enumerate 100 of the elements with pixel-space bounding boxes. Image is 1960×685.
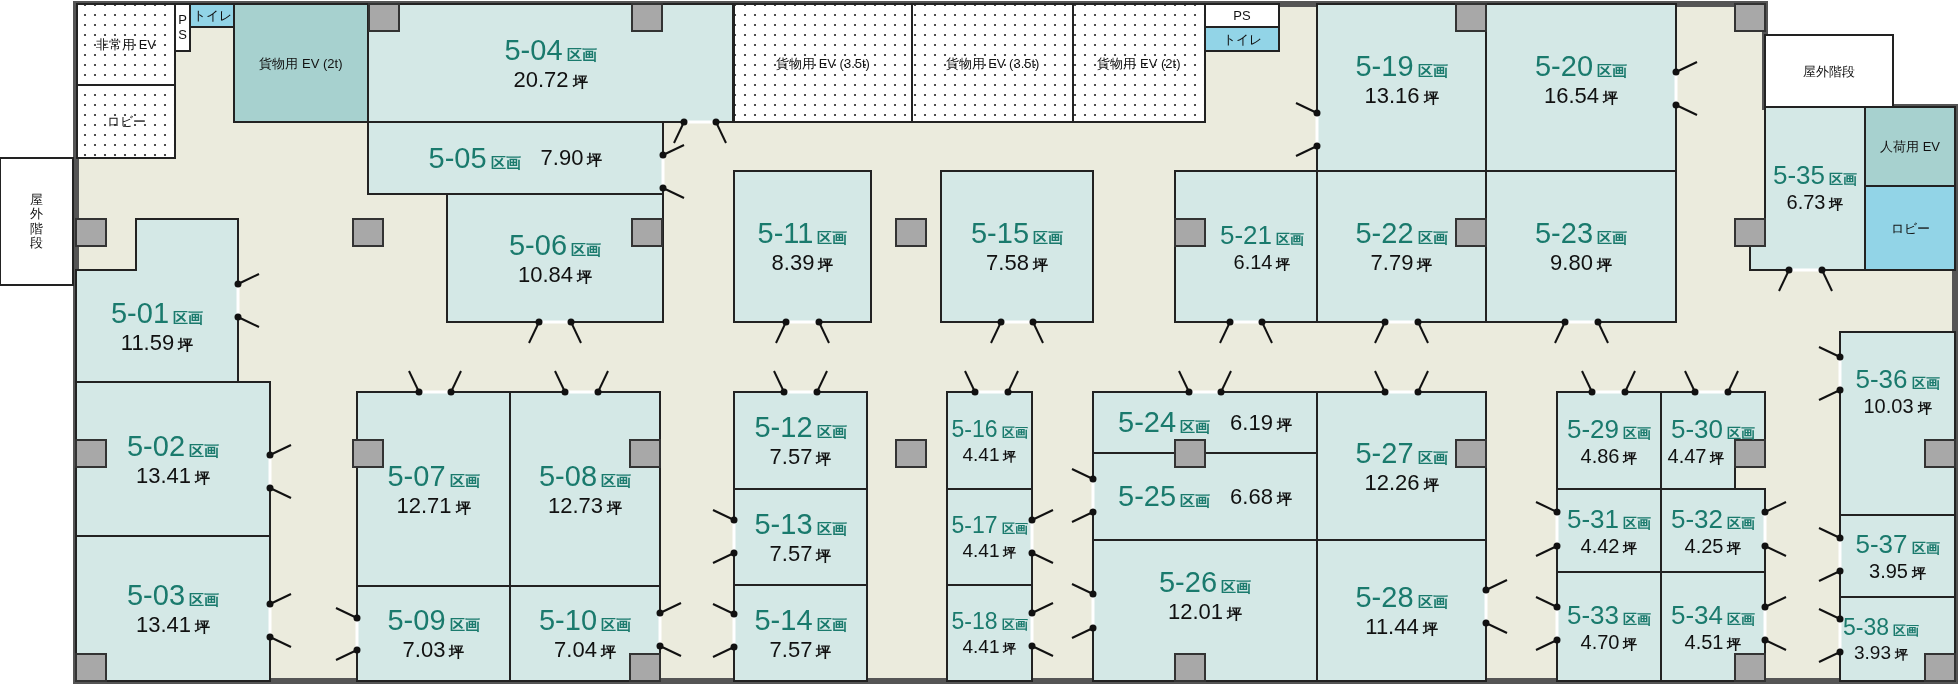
- area-unit: 坪: [1710, 450, 1725, 465]
- unit-number: 5-01: [110, 298, 169, 328]
- facility-label: 屋外階段: [1803, 64, 1855, 78]
- unit-area: 13.41: [135, 614, 192, 636]
- facility-label: 貨物用 EV (2t): [1097, 56, 1181, 70]
- unit-suffix: 区画: [1829, 172, 1857, 186]
- facility-label: 貨物用 EV (3.5t): [776, 56, 870, 70]
- unit-area: 12.01: [1167, 600, 1224, 623]
- unit-number: 5-09: [387, 606, 446, 635]
- unit-number: 5-24: [1118, 408, 1177, 437]
- unit-area: 12.73: [547, 494, 604, 517]
- area-unit: 坪: [1422, 621, 1438, 636]
- area-unit: 坪: [1276, 256, 1291, 271]
- unit-area: 7.57: [769, 542, 813, 565]
- unit-suffix: 区画: [1180, 493, 1211, 508]
- unit-number: 5-26: [1158, 567, 1217, 597]
- unit-suffix: 区画: [816, 424, 847, 439]
- unit-suffix: 区画: [1001, 522, 1028, 535]
- unit-number: 5-13: [754, 509, 813, 539]
- area-unit: 坪: [1423, 476, 1439, 492]
- unit-area: 4.41: [962, 637, 1000, 656]
- area-unit: 坪: [1003, 546, 1017, 559]
- unit-suffix: 区画: [1911, 541, 1940, 555]
- unit-area: 3.93: [1854, 643, 1891, 662]
- unit-area: 13.41: [135, 464, 192, 487]
- unit-area: 4.41: [962, 541, 1000, 560]
- unit-area: 7.90: [540, 147, 584, 169]
- unit-suffix: 区画: [1597, 63, 1627, 78]
- unit-area: 4.47: [1667, 445, 1707, 466]
- area-unit: 坪: [1276, 490, 1292, 506]
- unit-area: 7.79: [1370, 252, 1414, 274]
- unit-area: 7.04: [554, 639, 597, 661]
- unit-suffix: 区画: [1276, 231, 1304, 246]
- unit-number: 5-22: [1355, 219, 1414, 248]
- area-unit: 坪: [600, 644, 616, 659]
- unit-suffix: 区画: [816, 520, 847, 536]
- facility-label: 非常用 EV: [96, 38, 156, 51]
- unit-area: 11.59: [120, 331, 175, 354]
- unit-area: 7.57: [769, 638, 813, 661]
- facility-label: トイレ: [1222, 32, 1262, 46]
- area-unit: 坪: [1623, 636, 1638, 651]
- unit-number: 5-29: [1566, 415, 1619, 442]
- unit-suffix: 区画: [1623, 611, 1651, 626]
- area-unit: 坪: [455, 499, 471, 515]
- unit-area: 4.25: [1684, 535, 1724, 556]
- facility-label: トイレ: [192, 9, 232, 22]
- area-unit: 坪: [1829, 197, 1844, 211]
- unit-area: 16.54: [1543, 85, 1600, 107]
- unit-number: 5-07: [387, 461, 446, 491]
- unit-area: 6.19: [1230, 411, 1273, 434]
- unit-number: 5-30: [1670, 415, 1723, 442]
- unit-suffix: 区画: [1623, 425, 1651, 440]
- facility-label: ロビー: [106, 115, 146, 128]
- unit-area: 6.68: [1230, 485, 1273, 508]
- unit-suffix: 区画: [1417, 594, 1448, 609]
- unit-suffix: 区画: [1727, 611, 1755, 626]
- unit-number: 5-18: [951, 610, 998, 633]
- area-unit: 坪: [1727, 540, 1742, 555]
- unit-number: 5-12: [754, 413, 813, 442]
- unit-number: 5-35: [1772, 162, 1825, 188]
- unit-area: 11.44: [1365, 616, 1419, 638]
- facility-label: PS: [1233, 9, 1251, 22]
- unit-number: 5-02: [126, 431, 185, 461]
- unit-area: 9.80: [1550, 252, 1593, 274]
- unit-suffix: 区画: [1221, 578, 1251, 594]
- unit-number: 5-10: [538, 606, 597, 635]
- unit-number: 5-21: [1219, 221, 1272, 248]
- unit-number: 5-32: [1670, 505, 1723, 532]
- unit-suffix: 区画: [490, 154, 521, 170]
- facility-label: 屋外階段: [30, 192, 43, 251]
- unit-area: 13.16: [1364, 85, 1420, 107]
- unit-number: 5-17: [951, 514, 998, 537]
- area-unit: 坪: [587, 152, 603, 167]
- area-unit: 坪: [1623, 450, 1638, 465]
- unit-suffix: 区画: [173, 309, 203, 325]
- unit-suffix: 区画: [449, 617, 480, 632]
- unit-suffix: 区画: [1001, 425, 1028, 439]
- facility-label: 貨物用 EV (2t): [259, 56, 343, 70]
- unit-suffix: 区画: [571, 241, 601, 257]
- area-unit: 坪: [607, 499, 623, 515]
- unit-number: 5-11: [757, 219, 814, 248]
- unit-suffix: 区画: [601, 617, 631, 632]
- area-unit: 坪: [1895, 648, 1908, 661]
- unit-area: 4.51: [1684, 631, 1724, 652]
- unit-suffix: 区画: [1727, 425, 1755, 440]
- area-unit: 坪: [1032, 257, 1048, 272]
- unit-suffix: 区画: [1417, 230, 1448, 245]
- area-unit: 坪: [816, 451, 832, 466]
- unit-number: 5-15: [970, 219, 1029, 248]
- unit-suffix: 区画: [1911, 376, 1940, 390]
- area-unit: 坪: [195, 469, 211, 485]
- unit-number: 5-05: [428, 143, 487, 173]
- unit-area: 10.84: [517, 263, 574, 286]
- unit-area: 7.03: [402, 639, 446, 661]
- area-unit: 坪: [178, 336, 194, 352]
- unit-area: 20.72: [513, 68, 569, 91]
- area-unit: 坪: [818, 257, 834, 272]
- unit-suffix: 区画: [1001, 618, 1028, 631]
- unit-area: 7.57: [769, 446, 813, 468]
- unit-suffix: 区画: [601, 472, 631, 488]
